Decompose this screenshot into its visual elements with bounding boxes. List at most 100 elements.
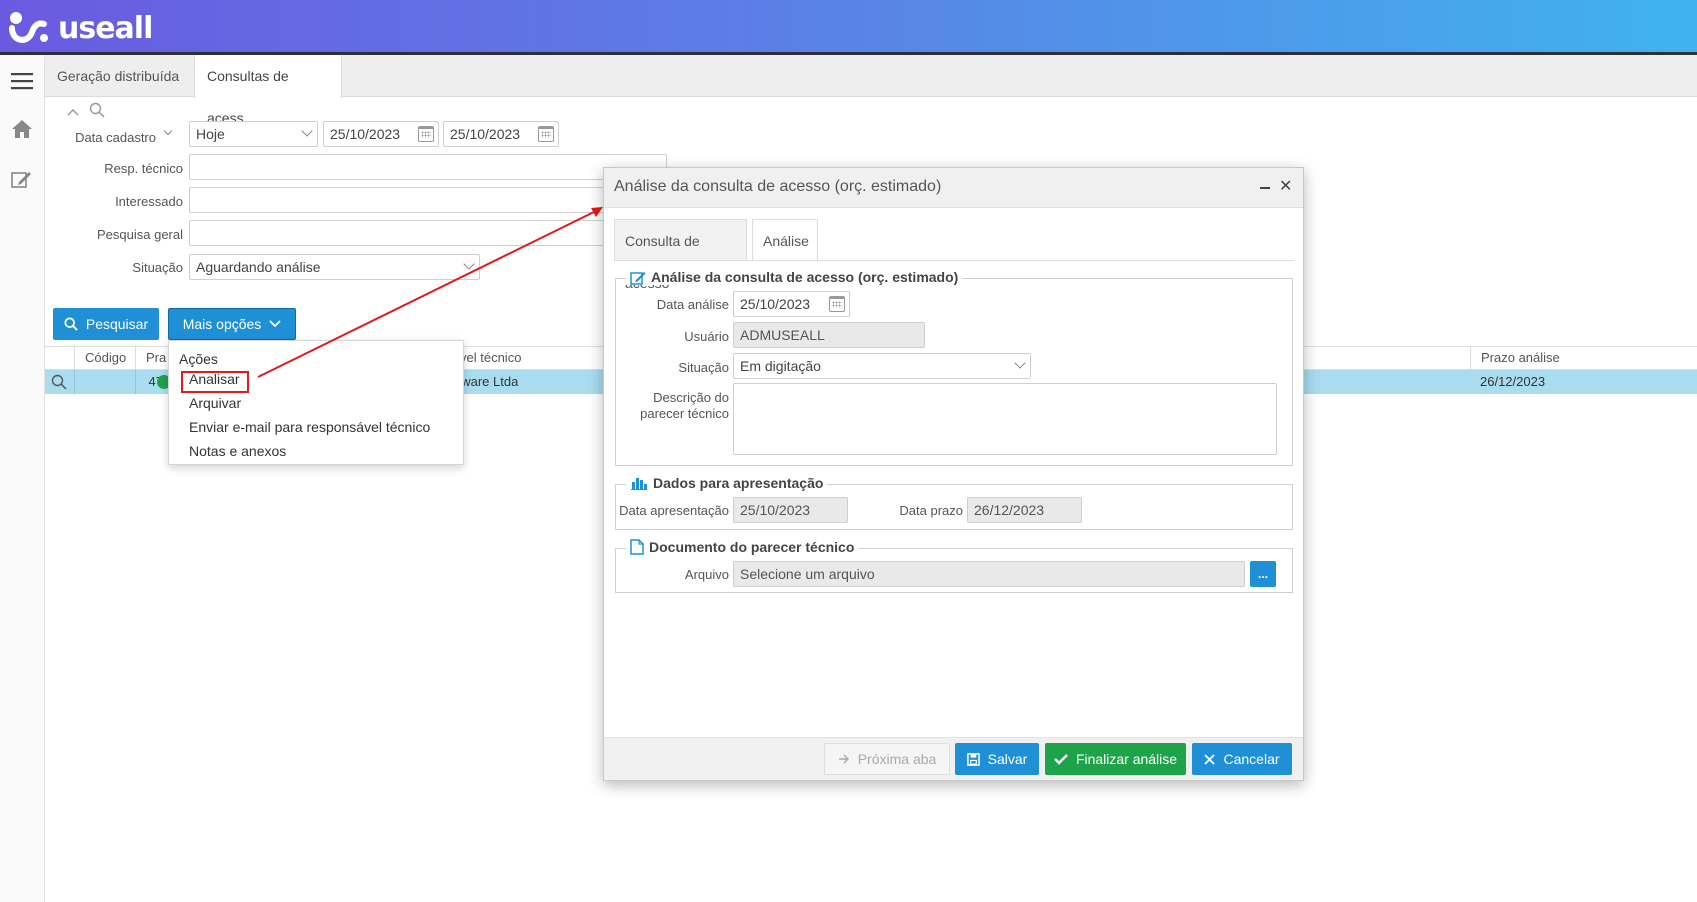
presentation-section-legend: Dados para apresentação (626, 475, 828, 491)
cancel-button[interactable]: Cancelar (1192, 743, 1292, 775)
save-label: Salvar (987, 751, 1028, 767)
close-icon (1204, 753, 1216, 765)
usuario-input: ADMUSEALL (733, 322, 925, 348)
menu-item-notas-anexos[interactable]: Notas e anexos (189, 443, 286, 459)
tab-bar: Geração distribuída Consultas de acess..… (45, 55, 1697, 126)
data-analise-label: Data análise (656, 297, 729, 312)
app-logo-text: useall (58, 10, 153, 46)
chevron-down-icon (301, 125, 313, 137)
search-icon[interactable] (89, 102, 105, 121)
data-cadastro-label: Data cadastro (75, 130, 156, 145)
search-button-label: Pesquisar (85, 316, 149, 332)
useall-logo-icon (8, 10, 48, 46)
situacao-select[interactable]: Em digitação (733, 353, 1031, 379)
save-button[interactable]: Salvar (955, 743, 1039, 775)
tab-underline (614, 260, 1294, 261)
chevron-down-icon (269, 320, 281, 328)
minimize-icon[interactable] (1260, 187, 1270, 189)
check-icon (1054, 754, 1068, 765)
tab-consultas-acesso[interactable]: Consultas de acess... (194, 55, 342, 126)
menu-item-arquivar[interactable]: Arquivar (189, 395, 241, 411)
dialog-footer: Próxima aba Salvar Finalizar análise Can… (604, 737, 1303, 780)
date-from-value: 25/10/2023 (330, 126, 401, 142)
data-prazo-label: Data prazo (899, 503, 963, 518)
finish-analysis-button[interactable]: Finalizar análise (1045, 743, 1186, 775)
tab-label: Análise (763, 233, 809, 249)
browse-label: ... (1257, 567, 1268, 581)
period-select-value: Hoje (196, 126, 225, 142)
more-options-label: Mais opções (182, 316, 262, 332)
more-options-menu: Ações Analisar Arquivar Enviar e-mail pa… (168, 340, 464, 465)
analysis-section-legend: Análise da consulta de acesso (orç. esti… (626, 269, 963, 285)
date-to-input[interactable]: 25/10/2023 (443, 121, 559, 147)
collapse-icon[interactable] (67, 104, 79, 120)
chevron-down-icon (1014, 357, 1026, 369)
period-select[interactable]: Hoje (189, 121, 318, 147)
left-rail (0, 55, 45, 902)
top-header: useall (0, 0, 1697, 55)
search-button[interactable]: Pesquisar (53, 308, 159, 340)
chevron-down-icon (463, 258, 475, 270)
calendar-icon[interactable] (538, 126, 554, 142)
arquivo-input[interactable]: Selecione um arquivo (733, 561, 1245, 587)
descricao-label-line1: Descrição do (653, 390, 729, 405)
arquivo-label: Arquivo (684, 567, 729, 582)
pesquisa-geral-label: Pesquisa geral (97, 227, 183, 242)
view-row-icon[interactable] (49, 370, 67, 394)
floppy-disk-icon (966, 752, 980, 766)
document-section: Documento do parecer técnico Arquivo Sel… (615, 539, 1293, 593)
highlight-box (181, 371, 249, 393)
dialog-title: Análise da consulta de acesso (orç. esti… (614, 178, 942, 195)
browse-file-button[interactable]: ... (1250, 561, 1276, 587)
tab-geracao-distribuida[interactable]: Geração distribuída (45, 55, 194, 97)
tab-label: Consultas de acess... (207, 68, 289, 126)
descricao-textarea[interactable] (733, 383, 1277, 455)
analysis-dialog: Análise da consulta de acesso (orç. esti… (603, 167, 1304, 781)
grid-header-codigo[interactable]: Código (74, 346, 135, 370)
menu-item-enviar-email[interactable]: Enviar e-mail para responsável técnico (189, 419, 430, 435)
calendar-icon[interactable] (418, 126, 434, 142)
situacao-label: Situação (678, 360, 729, 375)
pesquisa-geral-input[interactable] (189, 220, 667, 246)
grid-divider (74, 370, 75, 394)
analysis-section: Análise da consulta de acesso (orç. esti… (615, 269, 1293, 466)
grid-divider (135, 370, 136, 394)
date-from-input[interactable]: 25/10/2023 (323, 121, 439, 147)
grid-header-prazo-analise[interactable]: Prazo análise (1470, 346, 1697, 370)
search-icon (64, 317, 78, 331)
hamburger-menu-icon[interactable] (8, 67, 36, 95)
legend-text: Análise da consulta de acesso (orç. esti… (651, 269, 959, 285)
cell-prazo-analise: 26/12/2023 (1480, 374, 1546, 389)
close-icon[interactable]: ✕ (1279, 178, 1292, 196)
data-analise-input[interactable]: 25/10/2023 (733, 291, 850, 317)
chevron-down-icon[interactable] (163, 126, 175, 138)
interessado-label: Interessado (115, 194, 183, 209)
finish-analysis-label: Finalizar análise (1075, 751, 1178, 767)
bar-chart-icon (631, 478, 647, 490)
next-tab-button[interactable]: Próxima aba (824, 743, 950, 775)
data-apresentacao-input: 25/10/2023 (733, 497, 848, 523)
tab-analise[interactable]: Análise (752, 219, 818, 261)
descricao-label: Descrição do parecer técnico (616, 390, 729, 422)
app-logo[interactable]: useall (8, 10, 153, 46)
data-prazo-input: 26/12/2023 (967, 497, 1082, 523)
edit-icon (630, 271, 646, 285)
situacao-select-value: Aguardando análise (196, 259, 321, 275)
interessado-input[interactable] (189, 187, 667, 213)
data-apresentacao-label: Data apresentação (619, 503, 729, 518)
situacao-select[interactable]: Aguardando análise (189, 254, 480, 280)
data-analise-value: 25/10/2023 (740, 296, 811, 312)
menu-section-acoes: Ações (179, 351, 218, 367)
document-section-legend: Documento do parecer técnico (626, 539, 859, 555)
calendar-icon[interactable] (829, 296, 845, 312)
edit-icon[interactable] (8, 165, 36, 193)
more-options-button[interactable]: Mais opções (168, 308, 296, 340)
tab-label: Geração distribuída (57, 68, 180, 84)
presentation-section: Dados para apresentação Data apresentaçã… (615, 475, 1293, 530)
legend-text: Documento do parecer técnico (649, 539, 855, 555)
resp-tecnico-label: Resp. técnico (104, 161, 183, 176)
cancel-label: Cancelar (1223, 751, 1280, 767)
file-icon (630, 539, 644, 555)
tab-consulta-acesso[interactable]: Consulta de acesso (614, 219, 747, 291)
resp-tecnico-input[interactable] (189, 154, 667, 180)
